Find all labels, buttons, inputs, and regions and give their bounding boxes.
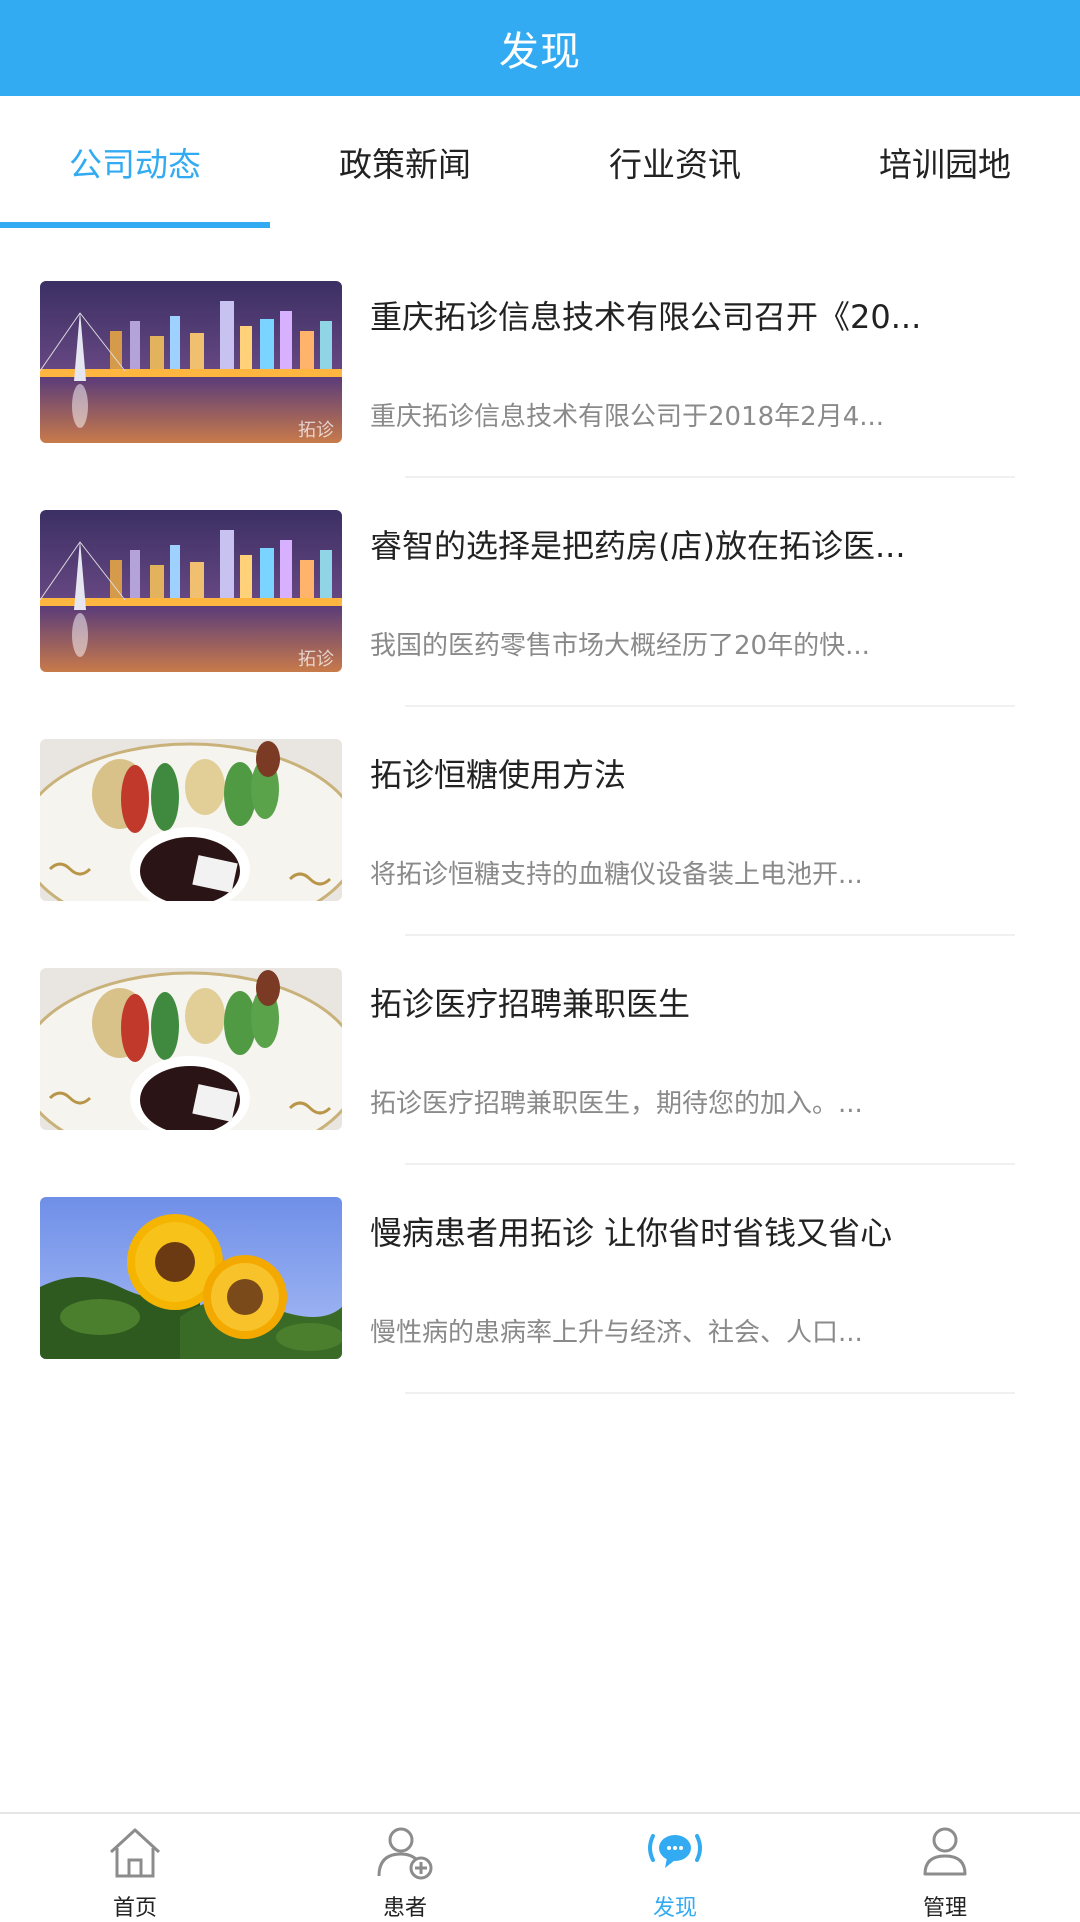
city-night-photo: 拓诊	[40, 510, 342, 672]
watermark-text: 拓诊	[298, 649, 334, 670]
nav-manage[interactable]: 管理	[810, 1814, 1080, 1922]
nav-label: 发现	[652, 1896, 697, 1921]
article-summary: 将拓诊恒糖支持的血糖仪设备装上电池开...	[370, 860, 863, 890]
article-summary: 我国的医药零售市场大概经历了20年的快...	[370, 631, 870, 661]
article-summary: 拓诊医疗招聘兼职医生，期待您的加入。...	[370, 1089, 863, 1119]
bottom-navigation: 首页 患者 发现 管理	[0, 1812, 1080, 1922]
tempura-plate-photo	[40, 968, 342, 1130]
article-title: 重庆拓诊信息技术有限公司召开《20...	[370, 298, 922, 336]
nav-discover[interactable]: 发现	[540, 1814, 810, 1922]
article-summary: 重庆拓诊信息技术有限公司于2018年2月4...	[370, 402, 885, 432]
add-user-icon	[377, 1827, 433, 1880]
nav-label: 管理	[922, 1896, 967, 1921]
watermark-text: 拓诊	[298, 420, 334, 441]
tempura-plate-photo	[40, 739, 342, 901]
tab-policy-news[interactable]: 政策新闻	[270, 96, 540, 228]
nav-label: 患者	[382, 1896, 427, 1921]
tab-label: 政策新闻	[339, 145, 471, 184]
article-thumbnail	[40, 968, 342, 1130]
tab-label: 培训园地	[879, 145, 1011, 184]
tab-label: 公司动态	[69, 145, 201, 184]
top-bar: 发现	[0, 0, 1080, 96]
home-icon	[109, 1828, 161, 1878]
list-item[interactable]: 拓诊医疗招聘兼职医生 拓诊医疗招聘兼职医生，期待您的加入。...	[0, 917, 1080, 1165]
article-thumbnail: 拓诊	[40, 510, 342, 672]
list-item[interactable]: 拓诊 睿智的选择是把药房(店)放在拓诊医... 我国的医药零售市场大概经历了20…	[0, 459, 1080, 707]
article-title: 睿智的选择是把药房(店)放在拓诊医...	[370, 527, 906, 565]
article-title: 拓诊医疗招聘兼职医生	[370, 985, 691, 1023]
article-thumbnail	[40, 1197, 342, 1359]
tab-training[interactable]: 培训园地	[810, 96, 1080, 228]
nav-label: 首页	[112, 1896, 157, 1921]
article-title: 慢病患者用拓诊 让你省时省钱又省心	[370, 1214, 893, 1252]
article-thumbnail: 拓诊	[40, 281, 342, 443]
tab-industry-info[interactable]: 行业资讯	[540, 96, 810, 228]
active-tab-indicator	[0, 222, 270, 228]
city-night-photo: 拓诊	[40, 281, 342, 443]
list-item[interactable]: 拓诊 重庆拓诊信息技术有限公司召开《20... 重庆拓诊信息技术有限公司于201…	[0, 230, 1080, 478]
tab-label: 行业资讯	[609, 145, 741, 184]
page-title: 发现	[499, 29, 581, 75]
article-thumbnail	[40, 739, 342, 901]
chat-bubble-icon	[648, 1834, 702, 1868]
tab-company-news[interactable]: 公司动态	[0, 96, 270, 228]
nav-patients[interactable]: 患者	[270, 1814, 540, 1922]
divider	[405, 1392, 1015, 1394]
list-item[interactable]: 拓诊恒糖使用方法 将拓诊恒糖支持的血糖仪设备装上电池开...	[0, 688, 1080, 936]
list-item[interactable]: 慢病患者用拓诊 让你省时省钱又省心 慢性病的患病率上升与经济、社会、人口...	[0, 1146, 1080, 1394]
article-title: 拓诊恒糖使用方法	[370, 756, 627, 794]
sunflower-photo	[40, 1197, 342, 1359]
category-tabs: 公司动态 政策新闻 行业资讯 培训园地	[0, 96, 1080, 228]
nav-home[interactable]: 首页	[0, 1814, 270, 1922]
user-icon	[923, 1827, 967, 1876]
article-summary: 慢性病的患病率上升与经济、社会、人口...	[370, 1318, 863, 1348]
